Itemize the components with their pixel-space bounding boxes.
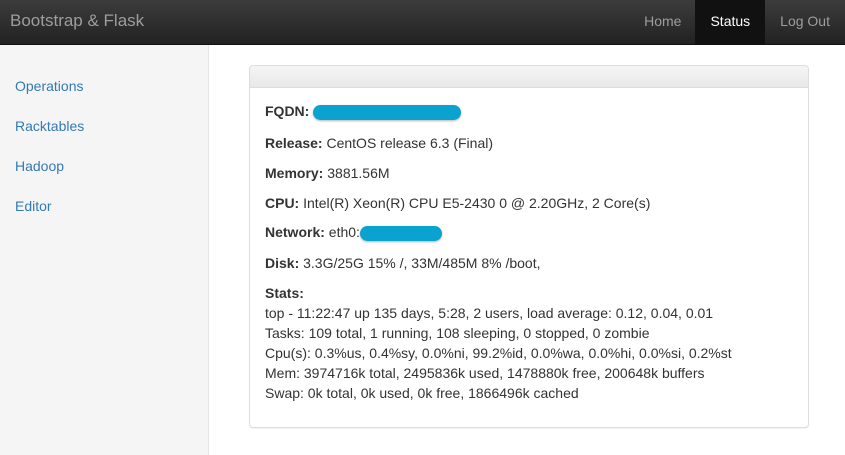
nav-status[interactable]: Status [695,0,766,44]
network-row: Network: eth0: [265,222,442,242]
release-row: Release: CentOS release 6.3 (Final) [265,133,493,153]
stats-line-cpu: Cpu(s): 0.3%us, 0.4%sy, 0.0%ni, 99.2%id,… [265,345,732,361]
nav-menu: Home Status Log Out [629,0,845,44]
stats-label: Stats: [265,285,304,301]
disk-label: Disk: [265,255,300,271]
top-navbar: Bootstrap & Flask Home Status Log Out [0,0,845,45]
fqdn-label: FQDN: [265,103,310,119]
stats-line-tasks: Tasks: 109 total, 1 running, 108 sleepin… [265,325,650,341]
nav-home[interactable]: Home [629,0,695,44]
disk-row: Disk: 3.3G/25G 15% /, 33M/485M 8% /boot, [265,253,540,273]
stats-row: Stats: [265,283,304,303]
sidebar-item-editor[interactable]: Editor [15,198,52,214]
memory-label: Memory: [265,165,324,181]
panel-heading [250,66,808,88]
stats-output: top - 11:22:47 up 135 days, 5:28, 2 user… [265,303,732,403]
sidebar: Operations Racktables Hadoop Editor [0,45,209,455]
cpu-value: Intel(R) Xeon(R) CPU E5-2430 0 @ 2.20GHz… [303,195,651,211]
stats-line-mem: Mem: 3974716k total, 2495836k used, 1478… [265,365,705,381]
stats-line-swap: Swap: 0k total, 0k used, 0k free, 186649… [265,385,579,401]
sidebar-item-operations[interactable]: Operations [15,78,83,94]
network-label: Network: [265,224,325,240]
network-redacted-value [359,225,442,241]
cpu-label: CPU: [265,195,300,211]
release-value: CentOS release 6.3 (Final) [326,135,494,151]
disk-value: 3.3G/25G 15% /, 33M/485M 8% /boot, [303,255,541,271]
network-value: eth0: [328,224,360,240]
fqdn-row: FQDN: [265,101,462,121]
sidebar-item-hadoop[interactable]: Hadoop [15,158,64,174]
sidebar-item-racktables[interactable]: Racktables [15,118,84,134]
fqdn-redacted-value [313,104,462,120]
release-label: Release: [265,135,323,151]
nav-logout[interactable]: Log Out [765,0,845,44]
memory-value: 3881.56M [327,165,390,181]
status-panel: FQDN: Release: CentOS release 6.3 (Final… [249,65,809,428]
brand-title[interactable]: Bootstrap & Flask [10,11,144,31]
memory-row: Memory: 3881.56M [265,163,390,183]
cpu-row: CPU: Intel(R) Xeon(R) CPU E5-2430 0 @ 2.… [265,193,650,213]
stats-line-top: top - 11:22:47 up 135 days, 5:28, 2 user… [265,305,714,321]
